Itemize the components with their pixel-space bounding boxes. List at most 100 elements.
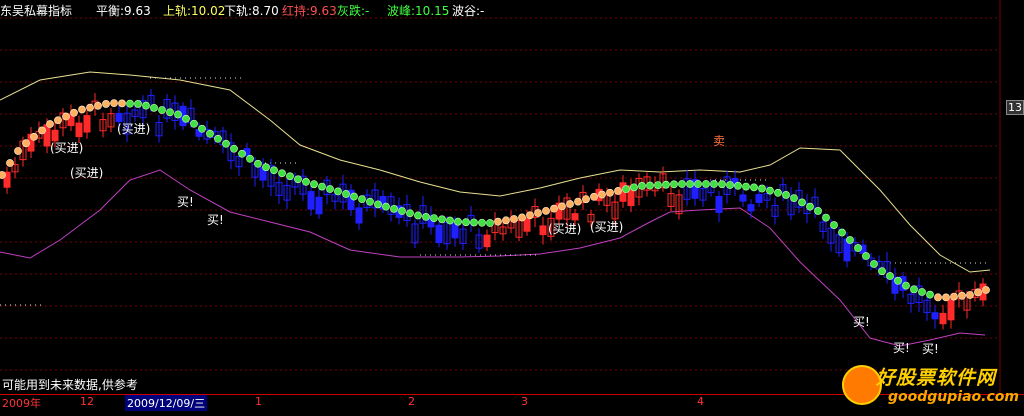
trend-dot (942, 293, 950, 302)
trend-dot (846, 236, 854, 244)
trend-dot (766, 186, 774, 195)
lower-band-value: 下轨:8.70 (224, 4, 279, 18)
candle-body (755, 194, 763, 203)
trend-dot (862, 252, 870, 260)
candle-body (355, 207, 363, 224)
trend-dot (918, 288, 926, 296)
axis-month-12: 12 (80, 395, 94, 408)
trend-dot (222, 139, 230, 148)
trend-dot (462, 218, 470, 227)
trend-dot (630, 183, 638, 192)
trend-dot (886, 272, 894, 280)
trend-dot (358, 195, 366, 204)
axis-month-3: 3 (521, 395, 528, 408)
trend-dot (558, 202, 566, 211)
buy-in-label: (买进) (50, 141, 84, 155)
trend-dot (782, 191, 790, 199)
trend-dot (902, 281, 910, 290)
trend-dot (198, 124, 206, 133)
trend-dot (350, 192, 358, 201)
candle-body (483, 234, 491, 248)
trend-dot (414, 211, 422, 220)
trend-dot (302, 177, 310, 186)
trend-dot (70, 108, 78, 117)
trend-dot (174, 110, 182, 119)
candle-body (83, 115, 91, 133)
trend-dot (926, 290, 934, 299)
trough-value: 波谷:- (452, 4, 485, 18)
candle-body (307, 191, 315, 210)
peak-value: 波峰:10.15 (387, 4, 450, 18)
lower-band-line (0, 169, 986, 347)
trend-dot (334, 187, 342, 196)
trend-dot (0, 171, 6, 179)
trend-dot (510, 215, 518, 223)
buy-label: 买! (177, 195, 194, 209)
trend-dot (126, 99, 134, 108)
trend-dot (894, 276, 902, 285)
chart-window[interactable]: 东吴私幕指标 平衡:9.63 上轨:10.02 下轨:8.70 红持:9.63 … (0, 0, 1024, 416)
buy-label: 买! (922, 342, 939, 356)
trend-dot (286, 172, 294, 181)
trend-dot (790, 194, 798, 203)
trend-dot (598, 190, 606, 199)
trend-dot (966, 291, 974, 299)
candle-body (739, 194, 747, 202)
logo-text: 好股票软件网 (876, 367, 997, 389)
trend-dot (622, 185, 630, 194)
trend-dot (678, 180, 686, 188)
trend-dot (582, 195, 590, 204)
trend-dot (342, 190, 350, 198)
candle-body (947, 298, 955, 321)
trend-dot (662, 180, 670, 189)
trend-dot (654, 181, 662, 189)
trend-dot (262, 163, 270, 172)
trend-dot (806, 202, 814, 211)
trend-dot (422, 212, 430, 221)
upper-band-value: 上轨:10.02 (163, 4, 226, 18)
trend-dot (118, 99, 126, 108)
axis-selected-date[interactable]: 2009/12/09/三 (125, 395, 208, 411)
trend-dot (774, 188, 782, 197)
trend-dot (670, 180, 678, 189)
trend-dot (734, 181, 742, 190)
trend-dot (534, 209, 542, 217)
trend-dot (278, 169, 286, 178)
candle-body (75, 122, 83, 138)
trend-dot (758, 184, 766, 193)
trend-dot (390, 204, 398, 213)
trend-dot (470, 218, 478, 227)
trend-dot (814, 207, 822, 215)
trend-dot (238, 149, 246, 158)
price-chart[interactable] (0, 0, 1024, 394)
trend-dot (102, 100, 110, 108)
trend-dot (550, 204, 558, 213)
trend-dot (574, 197, 582, 206)
trend-dot (478, 218, 486, 227)
candle-body (747, 204, 755, 212)
trend-dot (494, 217, 502, 226)
site-logo: 好股票软件网 goodgupiao.com (836, 361, 1024, 416)
trend-dot (134, 100, 142, 108)
axis-month-1: 1 (255, 395, 262, 408)
trend-dot (742, 182, 750, 191)
logo-url: goodgupiao.com (888, 389, 1019, 405)
trend-dot (974, 288, 982, 297)
trend-dot (206, 129, 214, 138)
future-data-note: 可能用到未来数据,供参考 (2, 378, 138, 392)
trend-dot (150, 103, 158, 112)
trend-dot (382, 202, 390, 211)
trend-dot (502, 216, 510, 225)
axis-year-label: 2009年 (2, 397, 41, 410)
trend-dot (854, 244, 862, 252)
trend-dot (870, 260, 878, 268)
trend-dot (6, 159, 14, 167)
trend-dot (62, 112, 70, 121)
trend-dot (254, 159, 262, 168)
buy-label: 买! (853, 315, 870, 329)
trend-dot (110, 99, 118, 108)
price-axis-label: 13 (1006, 100, 1024, 115)
trend-dot (14, 147, 22, 155)
trend-dot (526, 211, 534, 220)
candle-body (435, 224, 443, 244)
